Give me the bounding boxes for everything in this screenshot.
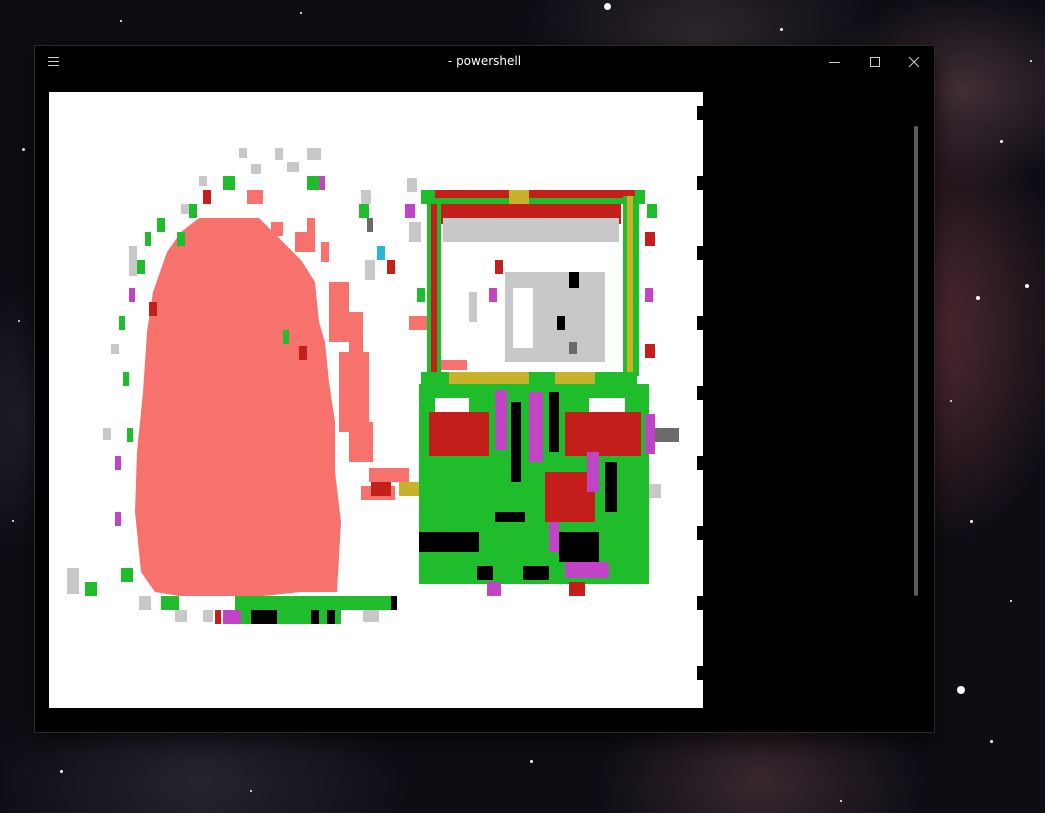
star <box>300 12 302 14</box>
right-edge-marks <box>697 106 703 680</box>
star <box>1000 140 1003 143</box>
star <box>120 20 122 22</box>
star <box>18 320 20 322</box>
window-title: - powershell <box>447 54 522 68</box>
pixel-art-render <box>67 148 679 624</box>
scrollbar-thumb[interactable] <box>914 126 918 596</box>
star <box>1025 284 1029 288</box>
lower-block <box>371 384 679 596</box>
minimize-button[interactable] <box>815 46 855 78</box>
star <box>840 800 842 802</box>
star <box>250 790 252 792</box>
star <box>604 3 611 10</box>
title-bar[interactable]: - powershell <box>35 46 934 78</box>
star <box>780 28 783 31</box>
star <box>970 520 973 523</box>
close-icon <box>908 56 920 68</box>
terminal-window: - powershell <box>35 46 934 732</box>
maximize-icon <box>870 57 880 67</box>
star <box>1010 600 1012 602</box>
star <box>990 740 993 743</box>
star <box>60 770 63 773</box>
desktop-background: - powershell <box>0 0 1045 813</box>
star <box>1030 60 1032 62</box>
star <box>12 520 14 522</box>
salmon-figure <box>135 190 467 596</box>
star <box>976 296 980 300</box>
star <box>950 400 952 402</box>
sign-frame <box>421 190 645 384</box>
minimize-icon <box>829 62 840 63</box>
vertical-scrollbar[interactable] <box>913 126 919 596</box>
star <box>530 760 533 763</box>
star <box>957 686 965 694</box>
close-button[interactable] <box>894 46 934 78</box>
terminal-output-image <box>49 92 703 708</box>
star <box>22 148 25 151</box>
maximize-button[interactable] <box>855 46 895 78</box>
